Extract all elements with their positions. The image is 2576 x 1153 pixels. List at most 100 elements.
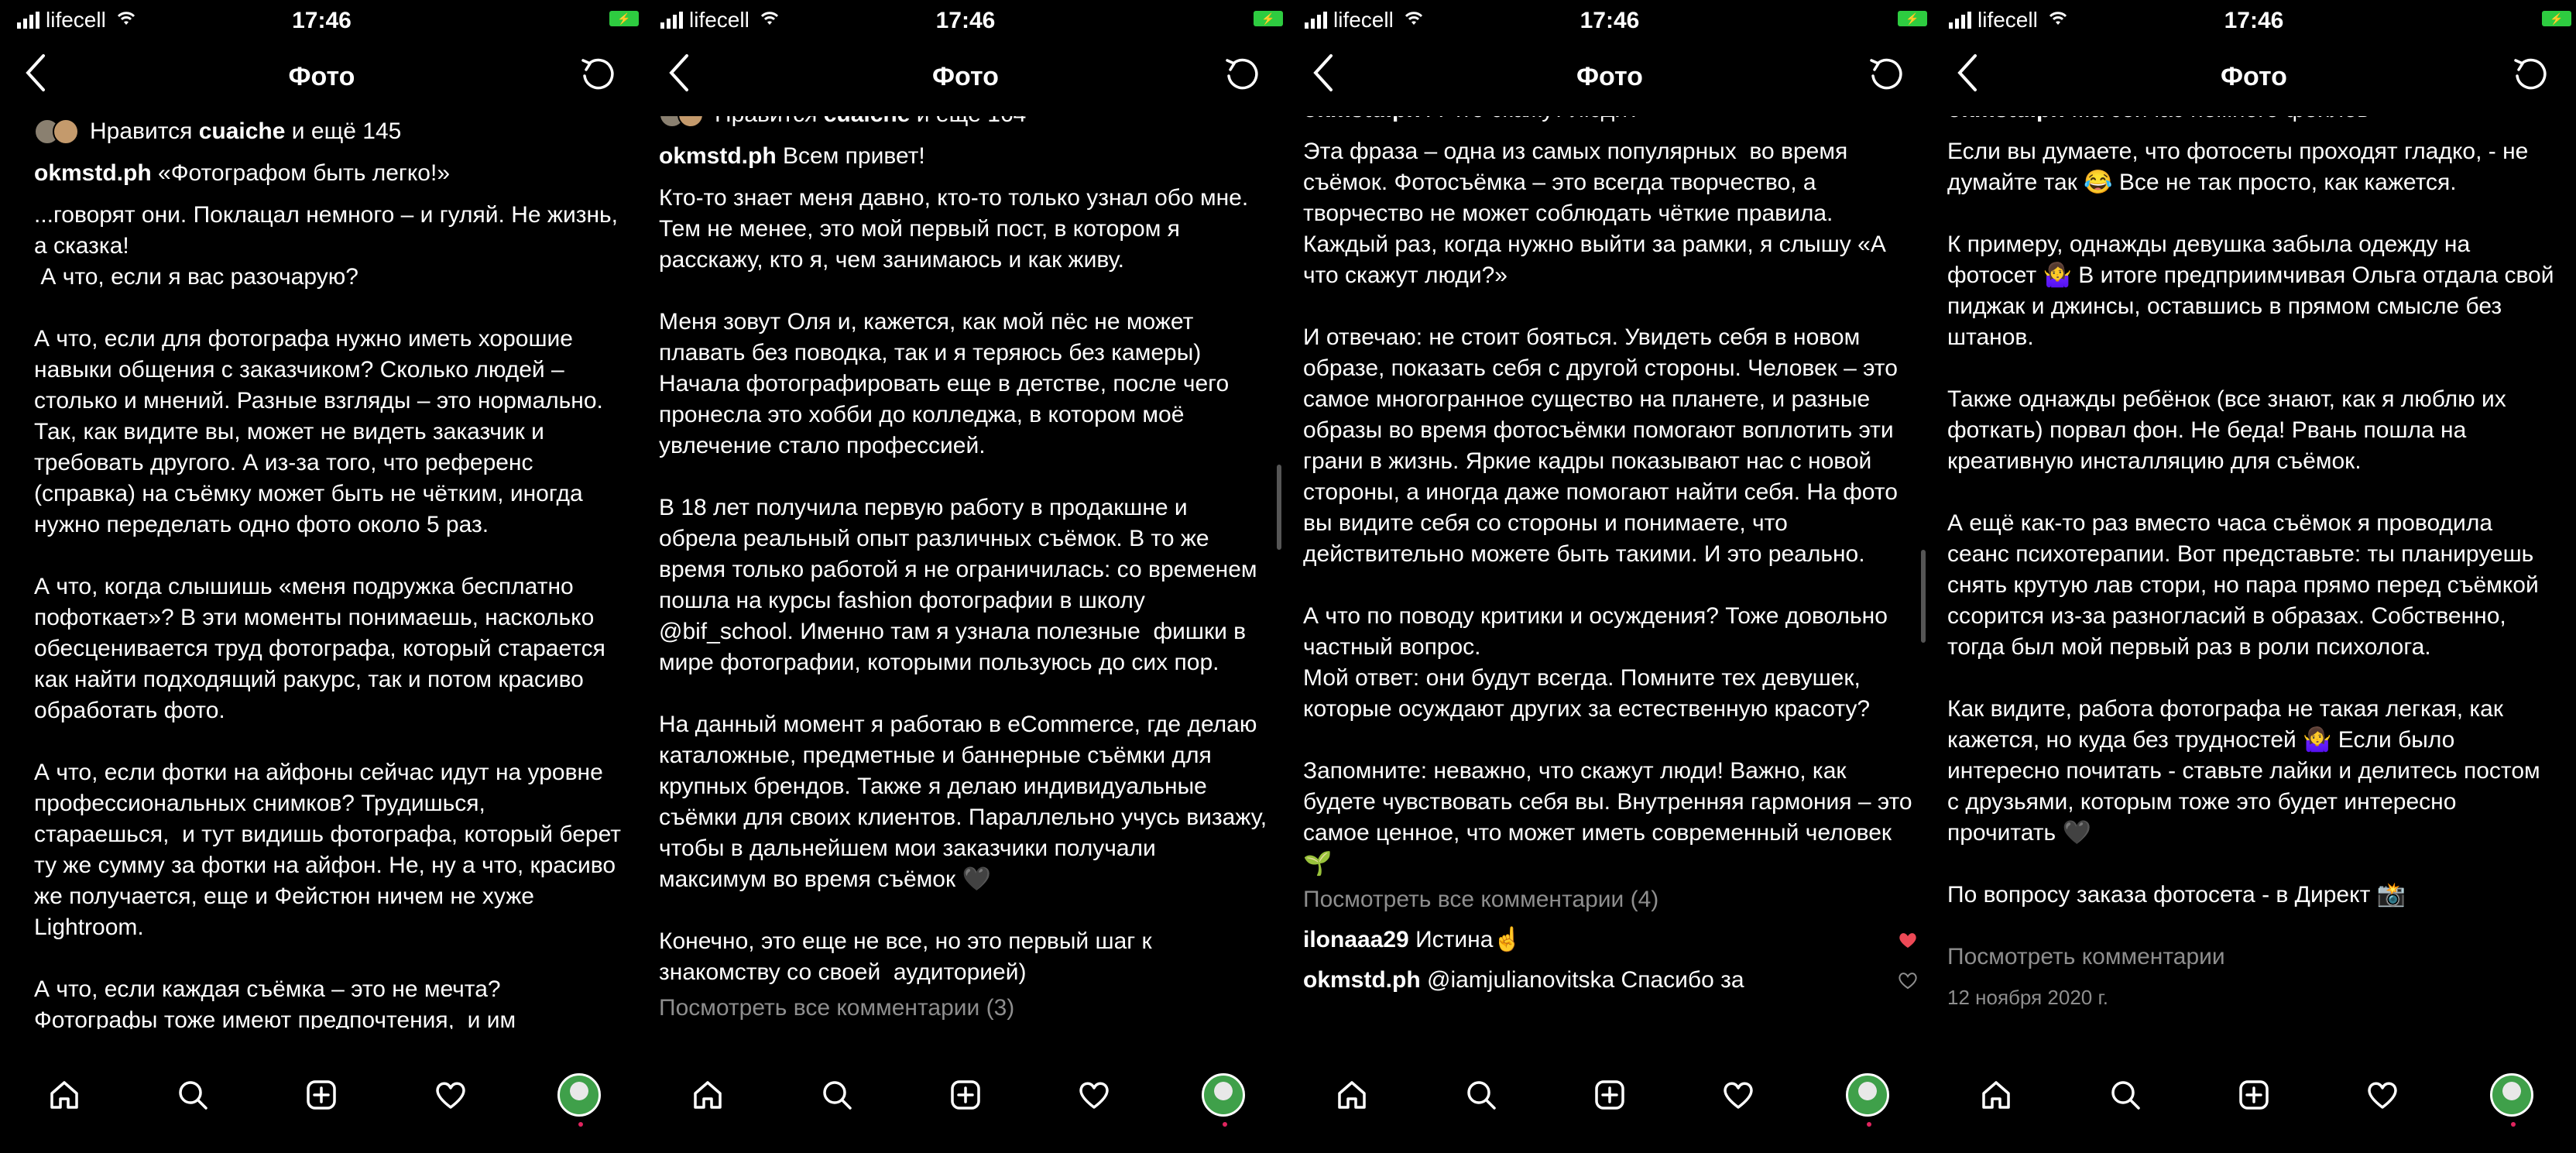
caption-username[interactable]: okmstd.ph — [1947, 116, 2065, 122]
comment-like-heart-icon[interactable] — [1898, 971, 1918, 990]
comment-row: okmstd.ph @iamjulianovitska Спасибо за — [1303, 965, 1917, 996]
new-post-icon[interactable] — [942, 1072, 989, 1118]
profile-avatar[interactable] — [2489, 1072, 2535, 1127]
post-date: 12 ноября 2020 г. — [1947, 986, 2108, 1009]
comment-like-heart-icon[interactable] — [1898, 931, 1918, 949]
likes-user[interactable]: cuaiche — [199, 118, 286, 144]
battery-icon: ⚡ — [609, 11, 639, 26]
view-comments-link[interactable]: Посмотреть все комментарии (4) — [1303, 884, 1913, 915]
view-comments-link[interactable]: Посмотреть все комментарии (3) — [659, 993, 1269, 1024]
refresh-icon[interactable] — [1867, 56, 1904, 97]
post-content[interactable]: Нравится cuaiche и ещё 131 okmstd.ph ...… — [1932, 116, 2576, 1029]
new-post-icon[interactable] — [298, 1072, 345, 1118]
search-icon[interactable] — [170, 1072, 216, 1118]
page-title: Фото — [932, 62, 999, 91]
caption-paragraph: К примеру, однажды девушка забыла одежду… — [1947, 232, 2561, 350]
battery-icon: ⚡ — [2542, 11, 2571, 26]
caption-username[interactable]: okmstd.ph — [659, 143, 777, 169]
likes-prefix: Нравится — [90, 118, 199, 144]
caption-paragraph: Конечно, это еще не все, но это первый ш… — [659, 928, 1158, 985]
refresh-icon[interactable] — [2511, 56, 2548, 97]
caption-paragraph: Как видите, работа фотографа не такая ле… — [1947, 696, 2547, 846]
nav-bar: Фото — [643, 48, 1288, 102]
caption-first-line: okmstd.ph ...а сейчас немного фейлов — [1947, 116, 2557, 125]
caption-paragraph: Если вы думаете, что фотосеты проходят г… — [1947, 139, 2535, 195]
likes-user[interactable]: cuaiche — [824, 116, 911, 127]
caption-paragraph: А ещё как-то раз вместо часа съёмок я пр… — [1947, 510, 2546, 660]
caption-first-text: «Фотографом быть легко!» — [151, 160, 450, 186]
caption-paragraph: А что по поводу критики и осуждения? Тож… — [1303, 603, 1888, 722]
view-comments-link[interactable]: Посмотреть комментарии — [1947, 942, 2557, 973]
liker-avatars — [34, 118, 79, 145]
activity-heart-icon[interactable] — [1071, 1072, 1117, 1118]
caption-paragraph: Эта фраза – одна из самых популярных во … — [1303, 139, 1893, 288]
status-bar: lifecell 17:46 ⚡ — [0, 0, 643, 36]
caption-paragraph: И отвечаю: не стоит бояться. Увидеть себ… — [1303, 324, 1905, 567]
nav-bar: Фото — [1932, 48, 2576, 102]
tab-bar — [0, 1037, 643, 1153]
comment-text: Истина☝️ — [1408, 927, 1522, 952]
caption-paragraph: Кто-то знает меня давно, кто-то только у… — [659, 185, 1255, 273]
post-content[interactable]: Нравится cuaiche и ещё 146 okmstd.ph А ч… — [1288, 116, 1932, 1029]
scroll-indicator — [1921, 550, 1926, 643]
status-bar: lifecell 17:46 ⚡ — [1932, 0, 2576, 36]
caption-paragraph: Запомните: неважно, что скажут люди! Важ… — [1303, 758, 1919, 877]
new-post-icon[interactable] — [2231, 1072, 2277, 1118]
activity-heart-icon[interactable] — [2359, 1072, 2406, 1118]
caption-paragraph: ...говорят они. Поклацал немного – и гул… — [34, 202, 619, 290]
status-time: 17:46 — [2224, 8, 2284, 33]
likes-row[interactable]: Нравится cuaiche и ещё 164 — [659, 116, 1269, 130]
search-icon[interactable] — [2102, 1072, 2149, 1118]
page-title: Фото — [1576, 62, 1643, 91]
profile-avatar[interactable] — [556, 1072, 602, 1127]
comment-username[interactable]: ilonaaa29 — [1303, 927, 1409, 952]
caption-paragraph: А что, если для фотографа нужно иметь хо… — [34, 326, 610, 537]
caption-paragraph: Меня зовут Оля и, кажется, как мой пёс н… — [659, 309, 1236, 458]
search-icon[interactable] — [814, 1072, 860, 1118]
profile-avatar[interactable] — [1844, 1072, 1891, 1127]
caption-paragraph: Также однажды ребёнок (все знают, как я … — [1947, 386, 2513, 474]
tab-bar — [1932, 1037, 2576, 1153]
home-icon[interactable] — [1329, 1072, 1375, 1118]
home-icon[interactable] — [1973, 1072, 2019, 1118]
caption-paragraph: А что, если фотки на айфоны сейчас идут … — [34, 760, 628, 940]
caption-first-text: ...а сейчас немного фейлов — [2065, 116, 2369, 122]
status-time: 17:46 — [935, 8, 996, 33]
profile-avatar[interactable] — [1200, 1072, 1247, 1127]
nav-bar: Фото — [0, 48, 643, 102]
new-post-icon[interactable] — [1586, 1072, 1633, 1118]
phone-screen: lifecell 17:46 ⚡ Фото Нравится cuaiche и — [0, 0, 643, 1153]
status-bar: lifecell 17:46 ⚡ — [1288, 0, 1932, 36]
caption-username[interactable]: okmstd.ph — [34, 160, 152, 186]
tab-bar — [1288, 1037, 1932, 1153]
caption-paragraph: По вопросу заказа фотосета - в Директ 📸 — [1947, 882, 2406, 908]
caption-first-text: Всем привет! — [776, 143, 925, 169]
caption-first-line: okmstd.ph Всем привет! — [659, 141, 1269, 172]
comment-username[interactable]: okmstd.ph — [1303, 967, 1421, 993]
nav-bar: Фото — [1288, 48, 1932, 102]
caption-paragraph: А что, если каждая съёмка – это не мечта… — [34, 976, 516, 1029]
refresh-icon[interactable] — [578, 56, 616, 97]
battery-icon: ⚡ — [1254, 11, 1283, 26]
page-title: Фото — [288, 62, 355, 91]
phone-screen: lifecell 17:46 ⚡ Фото Нравится cuaiche и — [1288, 0, 1932, 1153]
caption-first-line: okmstd.ph А что скажут люди? — [1303, 116, 1913, 125]
tab-bar — [643, 1037, 1288, 1153]
caption-paragraph: А что, когда слышишь «меня подружка бесп… — [34, 574, 612, 723]
home-icon[interactable] — [684, 1072, 731, 1118]
post-content[interactable]: Нравится cuaiche и ещё 164 okmstd.ph Все… — [643, 116, 1288, 1029]
likes-suffix: и ещё 145 — [285, 118, 402, 144]
post-content[interactable]: Нравится cuaiche и ещё 145 okmstd.ph «Фо… — [0, 116, 643, 1029]
likes-prefix: Нравится — [715, 116, 824, 127]
caption-first-line: okmstd.ph «Фотографом быть легко!» — [34, 158, 625, 189]
caption-first-text: А что скажут люди? — [1421, 116, 1641, 122]
caption-username[interactable]: okmstd.ph — [1303, 116, 1421, 122]
activity-heart-icon[interactable] — [1715, 1072, 1761, 1118]
activity-heart-icon[interactable] — [427, 1072, 474, 1118]
home-icon[interactable] — [41, 1072, 87, 1118]
search-icon[interactable] — [1458, 1072, 1504, 1118]
likes-row[interactable]: Нравится cuaiche и ещё 145 — [34, 116, 625, 147]
comment-row: ilonaaa29 Истина☝️ — [1303, 925, 1916, 956]
status-bar: lifecell 17:46 ⚡ — [643, 0, 1288, 36]
refresh-icon[interactable] — [1223, 56, 1260, 97]
